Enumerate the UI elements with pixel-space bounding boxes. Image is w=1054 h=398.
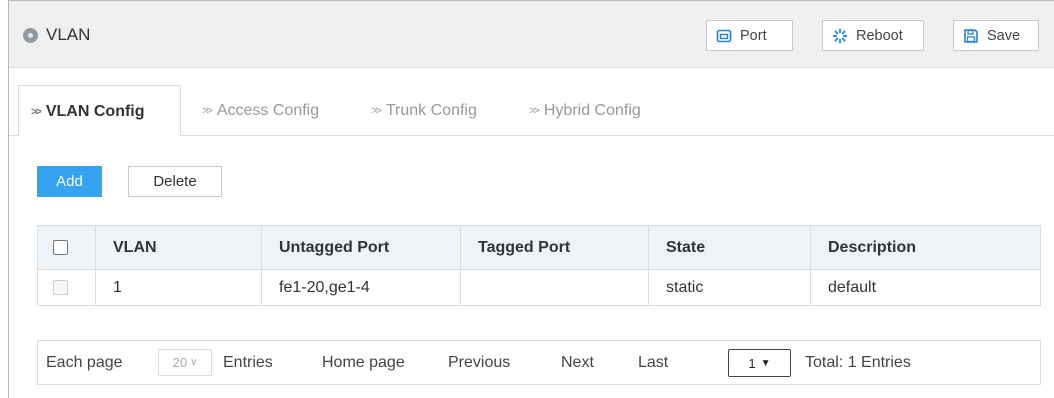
- chevron-right-icon: >>: [31, 105, 42, 118]
- next-link[interactable]: Next: [561, 341, 594, 384]
- reboot-button[interactable]: Reboot: [822, 20, 924, 51]
- pagination-bar: Each page 20 ∨ Entries Home page Previou…: [37, 340, 1041, 385]
- select-all-checkbox[interactable]: [53, 239, 68, 255]
- chevron-right-icon: >>: [202, 104, 213, 117]
- circle-bullet-icon: [23, 27, 38, 43]
- chevron-down-icon: ∨: [190, 357, 198, 368]
- cell-untagged-port: fe1-20,ge1-4: [261, 269, 461, 306]
- page-title-label: VLAN: [46, 25, 91, 44]
- cell-tagged-port: [460, 269, 649, 306]
- row-select-cell: [37, 269, 96, 306]
- chevron-down-icon: ▼: [760, 357, 771, 369]
- previous-link[interactable]: Previous: [448, 341, 510, 384]
- row-checkbox[interactable]: [53, 279, 68, 295]
- port-icon: [716, 29, 732, 42]
- panel-header: VLAN Port Reboot Save: [9, 1, 1054, 68]
- page-size-select[interactable]: 20 ∨: [158, 349, 212, 376]
- port-button-label: Port: [740, 27, 767, 44]
- cell-description: default: [810, 269, 1041, 306]
- tab-label: Trunk Config: [385, 101, 477, 119]
- table-header-row: VLAN Untagged Port Tagged Port State Des…: [37, 225, 1041, 270]
- tab-label: Hybrid Config: [543, 101, 641, 119]
- column-header-untagged-port[interactable]: Untagged Port: [261, 225, 461, 270]
- select-all-cell: [37, 225, 96, 270]
- column-header-vlan[interactable]: VLAN: [95, 225, 262, 270]
- each-page-label: Each page: [46, 353, 123, 371]
- tab-access-config[interactable]: >> Access Config: [202, 85, 319, 136]
- last-link[interactable]: Last: [638, 341, 668, 384]
- column-header-tagged-port[interactable]: Tagged Port: [460, 225, 649, 270]
- table-row[interactable]: 1 fe1-20,ge1-4 static default: [37, 269, 1041, 306]
- cell-vlan: 1: [95, 269, 262, 306]
- config-tabs: >> VLAN Config >> Access Config >> Trunk…: [9, 85, 1054, 137]
- save-button-label: Save: [987, 27, 1021, 44]
- add-button[interactable]: Add: [37, 166, 102, 197]
- total-entries-label: Total: 1 Entries: [805, 353, 911, 371]
- tab-hybrid-config[interactable]: >> Hybrid Config: [529, 85, 641, 136]
- tab-trunk-config[interactable]: >> Trunk Config: [371, 85, 477, 136]
- vlan-panel: VLAN Port Reboot Save >> VLAN Config >> …: [8, 0, 1054, 398]
- home-page-link[interactable]: Home page: [322, 341, 405, 384]
- column-header-state[interactable]: State: [648, 225, 811, 270]
- reboot-spinner-icon: [832, 28, 848, 43]
- reboot-button-label: Reboot: [856, 27, 903, 44]
- tab-vlan-config[interactable]: >> VLAN Config: [18, 85, 181, 137]
- tab-label: VLAN Config: [45, 102, 145, 120]
- floppy-disk-icon: [964, 28, 978, 43]
- entries-label: Entries: [223, 353, 273, 371]
- save-button[interactable]: Save: [953, 20, 1039, 51]
- page-size-value: 20: [172, 355, 188, 370]
- chevron-right-icon: >>: [371, 104, 382, 117]
- page-number-select[interactable]: 1 ▼: [728, 349, 791, 377]
- page-number-value: 1: [748, 355, 756, 371]
- delete-button[interactable]: Delete: [128, 166, 222, 197]
- vlan-table: VLAN Untagged Port Tagged Port State Des…: [37, 225, 1041, 306]
- port-button[interactable]: Port: [706, 20, 793, 51]
- tab-label: Access Config: [216, 101, 320, 119]
- column-header-description[interactable]: Description: [810, 225, 1041, 270]
- cell-state: static: [648, 269, 811, 306]
- chevron-right-icon: >>: [529, 104, 540, 117]
- page-title: VLAN: [23, 23, 90, 47]
